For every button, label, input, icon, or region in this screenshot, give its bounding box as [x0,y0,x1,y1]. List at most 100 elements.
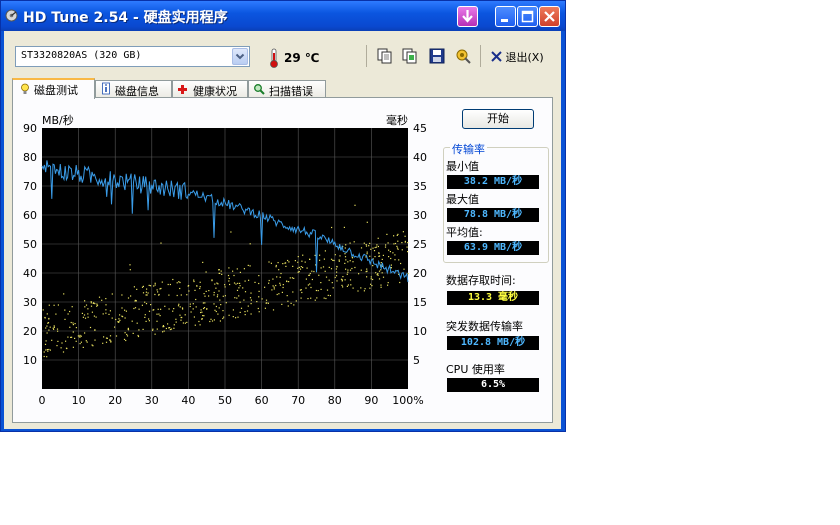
options-icon[interactable] [454,47,472,65]
access-time-point [234,297,236,299]
access-time-point [363,242,365,244]
access-time-point [103,336,105,338]
access-time-point [281,303,283,305]
copy-screenshot-icon[interactable] [401,47,419,65]
tab-health[interactable]: 健康状况 [172,80,248,98]
access-time-point [291,277,293,279]
drive-select[interactable]: ST3320820AS (320 GB) [15,46,250,67]
start-button[interactable]: 开始 [462,109,534,129]
access-time-point [194,324,196,326]
download-button[interactable] [457,6,478,27]
access-time-point [338,259,340,261]
drive-select-arrow[interactable] [232,48,248,65]
access-time-point [150,304,152,306]
access-time-point [201,311,203,313]
access-time-point [390,267,392,269]
access-time-point [84,300,86,302]
access-time-point [285,265,287,267]
access-time-point [365,244,367,246]
access-time-point [109,310,111,312]
minimize-button[interactable] [495,6,516,27]
access-time-point [105,337,108,339]
access-time-point [87,313,89,315]
access-time-point [222,317,224,320]
access-time-point [349,242,351,244]
access-time-point [69,310,71,313]
access-time-point [200,311,202,314]
access-time-point [53,328,55,330]
access-time-point [119,319,121,321]
access-time-point [388,249,390,251]
access-time-point [45,340,47,342]
access-time-point [334,276,336,279]
access-time-point [354,266,356,269]
access-time-point [254,281,256,283]
access-time-point [91,311,93,313]
access-time-point [390,257,392,260]
access-time-point [396,247,399,249]
access-time-point [203,293,205,295]
access-time-point [304,261,306,263]
access-time-point [74,323,76,325]
access-time-point [292,265,294,267]
access-time-point [111,293,113,295]
access-time-point [320,267,322,269]
access-time-point [370,248,372,250]
access-time-point [287,300,289,302]
y-tick-left: 10 [23,354,37,367]
access-time-point [267,302,269,304]
access-time-point [342,286,344,288]
access-time-point [279,276,281,278]
access-time-point [168,308,170,310]
access-time-point [96,304,99,306]
access-time-point [305,278,307,280]
copy-icon[interactable] [376,47,394,65]
save-icon[interactable] [428,47,446,65]
toolbar-separator [480,45,481,67]
access-time-point [79,343,81,345]
access-time-point [157,308,159,310]
access-time-point [222,310,224,312]
access-time-point [292,291,294,293]
access-time-label: 数据存取时间: [446,274,516,287]
access-time-point [335,275,338,277]
tab-info[interactable]: 磁盘信息 [95,80,172,98]
max-value: 78.8 MB/秒 [447,208,539,222]
max-label: 最大值 [446,193,479,206]
access-time-point [193,316,195,318]
access-time-point [187,285,189,287]
access-time-point [327,294,329,296]
access-time-point [385,244,387,246]
access-time-point [162,326,164,328]
exit-button[interactable]: 退出(X) [491,49,544,65]
access-time-point [57,304,59,306]
access-time-point [180,319,182,321]
access-time-point [270,262,272,264]
access-time-point [242,287,244,289]
access-time-point [308,274,311,276]
close-button[interactable] [539,6,560,27]
access-time-point [53,304,55,306]
access-time-point [268,261,270,263]
access-time-point [148,318,150,320]
tab-benchmark[interactable]: 磁盘测试 [12,78,95,99]
access-time-point [358,273,360,275]
maximize-button[interactable] [517,6,538,27]
access-time-point [167,283,169,286]
access-time-point [48,318,50,320]
title-bar[interactable]: HD Tune 2.54 - 硬盘实用程序 [1,1,565,31]
access-time-point [396,245,398,247]
access-time-point [90,302,92,304]
tab-error-scan[interactable]: 扫描错误 [248,80,326,98]
access-time-point [199,287,201,290]
access-time-point [384,246,387,248]
x-tick: 90 [364,394,378,407]
access-time-point [63,293,65,295]
access-time-point [364,288,366,290]
access-time-point [244,311,246,313]
exit-label: 退出(X) [505,51,544,64]
access-time-point [318,274,320,276]
access-time-point [199,281,201,283]
access-time-point [239,285,241,287]
access-time-point [190,311,192,313]
